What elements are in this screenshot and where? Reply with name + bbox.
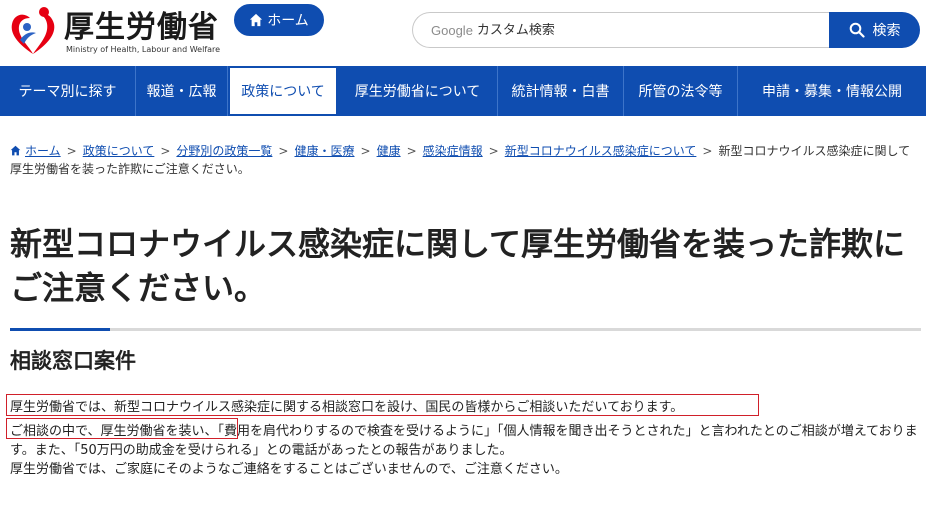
site-logo-subtext: Ministry of Health, Labour and Welfare (66, 45, 221, 54)
breadcrumb-separator: > (66, 144, 77, 158)
article-body: 厚生労働省では、新型コロナウイルス感染症に関する相談窓口を設け、国民の皆様からご… (10, 398, 922, 479)
section-heading: 相談窓口案件 (10, 349, 136, 373)
breadcrumb-separator: > (278, 144, 289, 158)
breadcrumb-link-home[interactable]: ホーム (25, 144, 61, 158)
paragraph-consultation-desk: 厚生労働省では、新型コロナウイルス感染症に関する相談窓口を設け、国民の皆様からご… (10, 400, 684, 415)
breadcrumb-separator: > (488, 144, 499, 158)
home-button-label: ホーム (267, 13, 309, 29)
paragraph-fraud-reports: ご相談の中で、厚生労働省を装い、「費用を肩代わりするので検査を受けるように」「個… (10, 424, 918, 458)
nav-item-policy[interactable]: 政策について (228, 66, 338, 116)
home-icon (10, 145, 21, 156)
nav-item-applications[interactable]: 申請・募集・情報公開 (738, 66, 926, 116)
breadcrumb-separator: > (360, 144, 371, 158)
global-nav: テーマ別に探す 報道・広報 政策について 厚生労働省について 統計情報・白書 所… (0, 66, 926, 116)
home-button[interactable]: ホーム (234, 4, 324, 36)
search-box[interactable]: Google (412, 12, 832, 48)
home-icon (250, 13, 263, 27)
title-divider-accent (10, 328, 110, 331)
breadcrumb-separator: > (702, 144, 713, 158)
mhlw-logo-icon[interactable] (8, 4, 58, 56)
page-title: 新型コロナウイルス感染症に関して厚生労働省を装った詐欺にご注意ください。 (10, 225, 906, 307)
paragraph-caution: 厚生労働省では、ご家庭にそのようなご連絡をすることはございませんので、ご注意くだ… (10, 462, 568, 477)
nav-item-laws[interactable]: 所管の法令等 (624, 66, 738, 116)
title-divider (10, 328, 921, 331)
site-header: 厚生労働省 Ministry of Health, Labour and Wel… (0, 0, 926, 64)
breadcrumb-separator: > (160, 144, 171, 158)
nav-item-press[interactable]: 報道・広報 (136, 66, 228, 116)
nav-item-themes[interactable]: テーマ別に探す (0, 66, 136, 116)
breadcrumb: ホーム > 政策について > 分野別の政策一覧 > 健康・医療 > 健康 > 感染症情報 > 新型コロナ… (10, 142, 922, 178)
nav-item-statistics[interactable]: 統計情報・白書 (498, 66, 624, 116)
site-logo-text[interactable]: 厚生労働省 (64, 2, 219, 46)
magnifier-icon (849, 22, 865, 38)
breadcrumb-link-policy[interactable]: 政策について (83, 144, 155, 158)
search-input[interactable] (476, 22, 777, 38)
breadcrumb-link-infectious-disease[interactable]: 感染症情報 (423, 144, 483, 158)
breadcrumb-link-health-medical[interactable]: 健康・医療 (294, 144, 354, 158)
breadcrumb-link-covid19[interactable]: 新型コロナウイルス感染症について (505, 144, 697, 158)
breadcrumb-separator: > (406, 144, 417, 158)
breadcrumb-link-policy-list[interactable]: 分野別の政策一覧 (176, 144, 272, 158)
search-button[interactable]: 検索 (829, 12, 920, 48)
site-search: Google 検索 (412, 12, 920, 48)
search-brand: Google (431, 22, 473, 38)
nav-item-about[interactable]: 厚生労働省について (338, 66, 498, 116)
breadcrumb-link-health[interactable]: 健康 (377, 144, 401, 158)
search-button-label: 検索 (872, 23, 901, 39)
